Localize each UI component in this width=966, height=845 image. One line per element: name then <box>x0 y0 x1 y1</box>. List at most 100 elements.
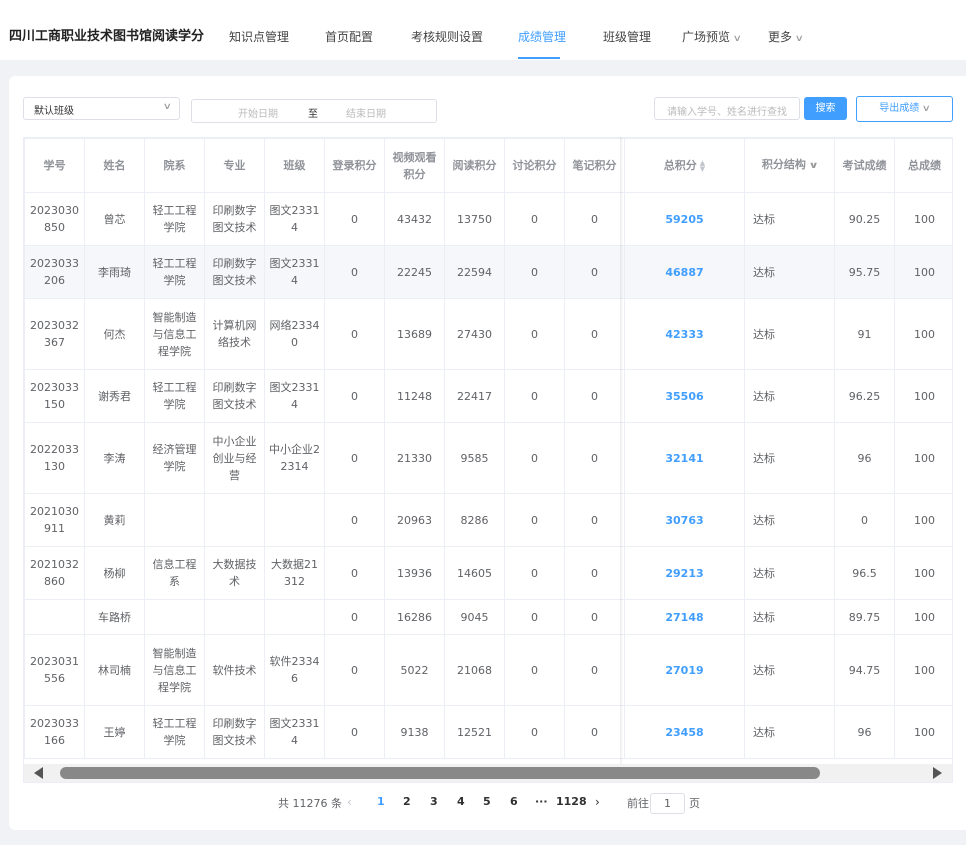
table-cell: 11248 <box>384 369 445 423</box>
nav-knowledge[interactable]: 知识点管理 <box>229 28 289 45</box>
table-cell: 0 <box>564 298 625 370</box>
table-cell: 2022033130 <box>24 422 85 494</box>
scroll-left-arrow-icon[interactable] <box>34 767 43 779</box>
total-score-cell: 29213 <box>624 546 745 600</box>
scroll-thumb[interactable] <box>60 767 820 779</box>
total-score-cell: 30763 <box>624 493 745 547</box>
table-row[interactable]: 2022033130 李涛 经济管理学院 中小企业创业与经营 中小企业22314 0 213… <box>24 422 952 494</box>
table-cell: 印刷数字图文技术 <box>204 369 265 423</box>
table-cell: 谢秀君 <box>84 369 145 423</box>
table-cell: 0 <box>504 369 565 423</box>
table-cell: 96.5 <box>834 546 895 600</box>
table-cell: 中小企业22314 <box>264 422 325 494</box>
nav-square-preview[interactable]: 广场预览 ∨ <box>682 28 742 45</box>
table-cell: 13750 <box>444 192 505 246</box>
page-1[interactable]: 1 <box>377 795 385 808</box>
table-row[interactable]: 2023033206 李雨琦 轻工工程学院 印刷数字图文技术 图文23314 0 22245… <box>24 245 952 299</box>
table-cell: 2023033166 <box>24 705 85 759</box>
page-6[interactable]: 6 <box>510 795 518 808</box>
table-cell <box>264 493 325 547</box>
table-row[interactable]: 2023030850 曾芯 轻工工程学院 印刷数字图文技术 图文23314 0 43432 1… <box>24 192 952 246</box>
col-header-label: 总积分 <box>663 159 697 172</box>
table-cell: 12521 <box>444 705 505 759</box>
table-row[interactable]: 2021030911 黄莉 0 20963 8286 0 0 30763 达标 0 100 <box>24 493 952 547</box>
table-cell: 轻工工程学院 <box>144 245 205 299</box>
table-cell: 图文23314 <box>264 705 325 759</box>
date-end-input[interactable]: 结束日期 <box>346 105 386 120</box>
table-cell: 0 <box>324 369 385 423</box>
table-cell: 100 <box>894 369 952 423</box>
total-score-cell: 59205 <box>624 192 745 246</box>
table-row[interactable]: 2023032367 何杰 智能制造与信息工程学院 计算机网络技术 网络23340 0 13… <box>24 298 952 370</box>
table-cell: 达标 <box>744 705 835 759</box>
table-cell: 智能制造与信息工程学院 <box>144 634 205 706</box>
page-2[interactable]: 2 <box>403 795 411 808</box>
search-input[interactable]: 请输入学号、姓名进行查找 <box>654 97 800 120</box>
date-start-input[interactable]: 开始日期 <box>238 105 278 120</box>
table-cell: 信息工程系 <box>144 546 205 600</box>
page-4[interactable]: 4 <box>457 795 465 808</box>
page-3[interactable]: 3 <box>430 795 438 808</box>
class-select[interactable]: 默认班级 ∨ <box>23 97 180 120</box>
table-cell: 图文23314 <box>264 369 325 423</box>
total-score-cell: 42333 <box>624 298 745 370</box>
export-button[interactable]: 导出成绩 ∨ <box>856 96 953 122</box>
goto-page-input[interactable]: 1 <box>650 793 685 814</box>
next-page-icon[interactable]: › <box>595 795 600 809</box>
table-cell: 达标 <box>744 245 835 299</box>
scroll-right-arrow-icon[interactable] <box>933 767 942 779</box>
page-ellipsis[interactable]: ··· <box>535 795 548 808</box>
table-row[interactable]: 2023031556 林司楠 智能制造与信息工程学院 软件技术 软件23346 0 5022… <box>24 634 952 706</box>
horizontal-scrollbar[interactable] <box>24 764 952 782</box>
table-cell: 印刷数字图文技术 <box>204 705 265 759</box>
col-header-structure[interactable]: 积分结构 ∨ <box>744 138 835 193</box>
table-cell: 2023033150 <box>24 369 85 423</box>
nav-rules[interactable]: 考核规则设置 <box>411 28 483 45</box>
page-5[interactable]: 5 <box>483 795 491 808</box>
table-cell: 0 <box>504 245 565 299</box>
prev-page-icon[interactable]: ‹ <box>347 795 352 809</box>
table-cell: 90.25 <box>834 192 895 246</box>
table-cell: 图文23314 <box>264 192 325 246</box>
table-row[interactable]: 2021032860 杨柳 信息工程系 大数据技术 大数据21312 0 13936 1460… <box>24 546 952 600</box>
table-cell: 达标 <box>744 546 835 600</box>
col-header: 专业 <box>204 138 265 193</box>
nav-classes[interactable]: 班级管理 <box>603 28 651 45</box>
page-unit-label: 页 <box>689 797 700 810</box>
col-header-total-sortable[interactable]: 总积分 ▲ ▼ <box>624 138 745 193</box>
table-cell: 0 <box>504 298 565 370</box>
table-row[interactable]: 2023033150 谢秀君 轻工工程学院 印刷数字图文技术 图文23314 0 11248… <box>24 369 952 423</box>
table-cell: 0 <box>504 599 565 635</box>
table-row[interactable]: 2023033166 王婷 轻工工程学院 印刷数字图文技术 图文23314 0 9138 12… <box>24 705 952 759</box>
table-cell: 9585 <box>444 422 505 494</box>
nav-more[interactable]: 更多 ∨ <box>768 28 804 45</box>
fixed-column-shadow <box>620 137 623 767</box>
table-cell: 100 <box>894 546 952 600</box>
table-row[interactable]: 车路桥 0 16286 9045 0 0 27148 达标 89.75 100 <box>24 599 952 635</box>
chevron-down-icon: ∨ <box>794 34 804 44</box>
table-cell: 2021030911 <box>24 493 85 547</box>
table-cell: 95.75 <box>834 245 895 299</box>
nav-home-config[interactable]: 首页配置 <box>325 28 373 45</box>
sort-icon[interactable]: ▲ ▼ <box>700 160 705 173</box>
table-cell: 0 <box>324 634 385 706</box>
grades-table: 学号 姓名 院系 专业 班级 登录积分 视频观看积分 阅读积分 讨论积分 笔记积… <box>23 137 953 783</box>
total-score-cell: 35506 <box>624 369 745 423</box>
col-header-label: 积分结构 <box>761 158 806 171</box>
table-cell: 软件23346 <box>264 634 325 706</box>
table-cell: 22417 <box>444 369 505 423</box>
table-cell: 14605 <box>444 546 505 600</box>
date-range-picker[interactable]: 开始日期 至 结束日期 <box>191 99 437 123</box>
table-cell: 0 <box>564 599 625 635</box>
table-cell: 9045 <box>444 599 505 635</box>
search-button[interactable]: 搜索 <box>804 97 847 120</box>
nav-more-label: 更多 <box>768 30 793 44</box>
table-cell: 0 <box>504 493 565 547</box>
page-last[interactable]: 1128 <box>556 795 587 808</box>
nav-grades[interactable]: 成绩管理 <box>518 28 566 45</box>
total-score-cell: 32141 <box>624 422 745 494</box>
table-cell: 杨柳 <box>84 546 145 600</box>
col-header: 考试成绩 <box>834 138 895 193</box>
table-cell: 0 <box>504 634 565 706</box>
table-cell: 达标 <box>744 634 835 706</box>
